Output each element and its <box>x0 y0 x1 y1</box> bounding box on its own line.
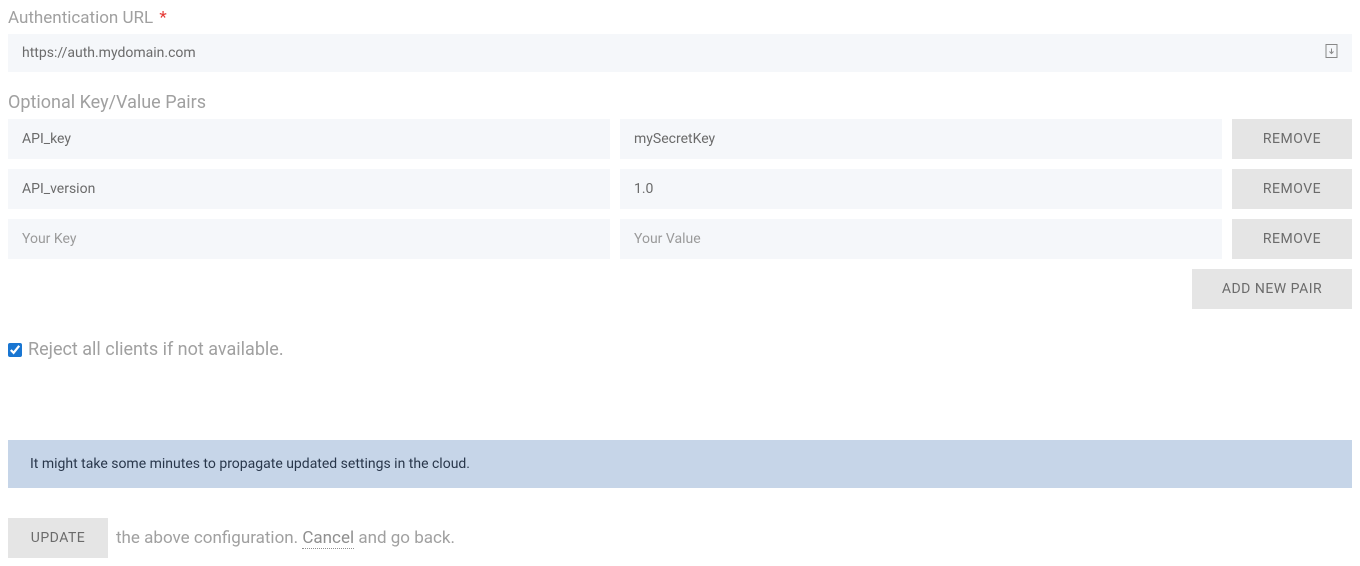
auth-url-label: Authentication URL * <box>8 8 1352 28</box>
remove-button[interactable]: REMOVE <box>1232 169 1352 209</box>
add-new-pair-button[interactable]: ADD NEW PAIR <box>1192 269 1352 309</box>
auth-url-label-text: Authentication URL <box>8 8 153 28</box>
required-star: * <box>159 8 166 28</box>
remove-button[interactable]: REMOVE <box>1232 119 1352 159</box>
reject-checkbox[interactable] <box>8 343 22 357</box>
auth-url-input[interactable] <box>8 34 1352 72</box>
footer-text-before: the above configuration. <box>116 528 302 548</box>
footer-text-after: and go back. <box>354 528 455 548</box>
kv-key-input[interactable] <box>8 219 610 259</box>
kv-key-input[interactable] <box>8 119 610 159</box>
kv-row: REMOVE <box>8 169 1352 209</box>
kv-value-input[interactable] <box>620 169 1222 209</box>
info-banner: It might take some minutes to propagate … <box>8 440 1352 488</box>
footer-text: the above configuration. Cancel and go b… <box>116 528 455 548</box>
cancel-link[interactable]: Cancel <box>302 528 354 549</box>
kv-row: REMOVE <box>8 219 1352 259</box>
reject-checkbox-label[interactable]: Reject all clients if not available. <box>28 339 284 360</box>
kv-row: REMOVE <box>8 119 1352 159</box>
remove-button[interactable]: REMOVE <box>1232 219 1352 259</box>
kv-value-input[interactable] <box>620 219 1222 259</box>
kv-value-input[interactable] <box>620 119 1222 159</box>
kv-section-label: Optional Key/Value Pairs <box>8 92 1352 113</box>
kv-key-input[interactable] <box>8 169 610 209</box>
update-button[interactable]: UPDATE <box>8 518 108 558</box>
